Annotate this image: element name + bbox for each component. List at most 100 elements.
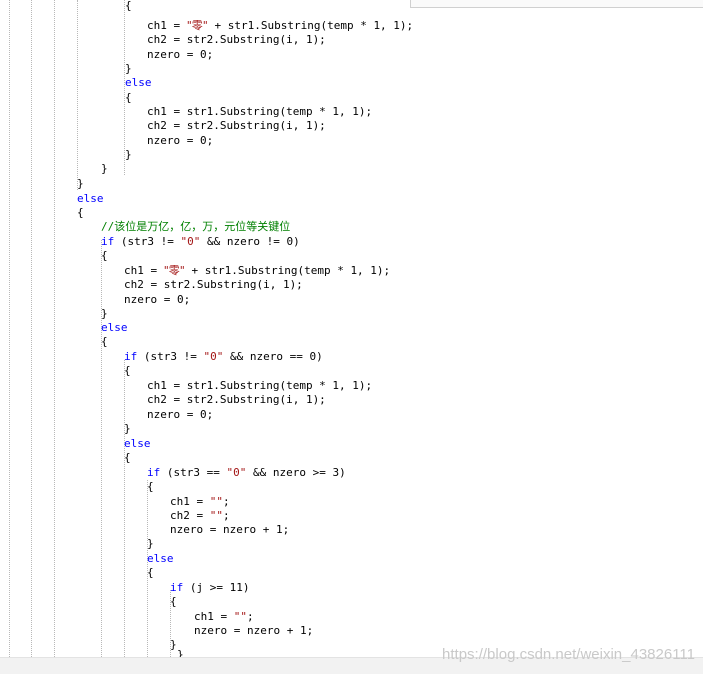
code-line[interactable]: ch1 = str1.Substring(temp * 1, 1); <box>147 378 372 393</box>
code-line[interactable]: { <box>147 565 154 580</box>
code-token: ; <box>223 495 230 508</box>
code-token: // <box>101 220 115 233</box>
code-line[interactable]: else <box>77 191 104 206</box>
code-line[interactable]: } <box>147 536 154 551</box>
code-token: && nzero >= 3) <box>246 466 346 479</box>
code-line[interactable]: if (str3 == "0" && nzero >= 3) <box>147 465 346 480</box>
code-token: } <box>101 307 108 320</box>
code-line[interactable]: else <box>125 75 152 90</box>
code-line[interactable]: ch1 = ""; <box>194 609 254 624</box>
code-token: nzero = 0; <box>147 48 214 61</box>
code-line[interactable]: { <box>101 248 108 263</box>
code-token: "" <box>209 495 223 508</box>
code-token: if <box>170 581 184 594</box>
code-token: "零" <box>163 264 185 277</box>
code-token: ch1 = <box>194 610 234 623</box>
code-token: "0" <box>203 350 224 363</box>
code-line[interactable]: ch2 = str2.Substring(i, 1); <box>147 32 326 47</box>
code-line[interactable]: ch1 = str1.Substring(temp * 1, 1); <box>147 104 372 119</box>
code-token: ch2 = str2.Substring(i, 1); <box>147 119 326 132</box>
code-line[interactable]: { <box>101 334 108 349</box>
code-line[interactable]: } <box>125 61 132 76</box>
code-token: else <box>124 437 151 450</box>
code-token: } <box>147 537 154 550</box>
code-line[interactable]: { <box>124 363 131 378</box>
code-line[interactable]: ch2 = ""; <box>170 508 230 523</box>
code-token: "0" <box>226 466 247 479</box>
code-line[interactable]: else <box>124 436 151 451</box>
code-token: { <box>125 91 132 104</box>
code-token: nzero = 0; <box>147 134 214 147</box>
indent-guide <box>77 0 78 190</box>
code-token: (str3 == <box>160 466 227 479</box>
code-token: } <box>77 177 84 190</box>
code-token: ch2 = <box>170 509 210 522</box>
code-token: } <box>170 638 177 651</box>
code-line[interactable]: } <box>124 421 131 436</box>
code-token: if <box>147 466 161 479</box>
code-token: { <box>101 249 108 262</box>
code-line[interactable]: { <box>170 594 177 609</box>
code-line[interactable]: } <box>177 647 184 657</box>
code-token: ch2 = str2.Substring(i, 1); <box>147 33 326 46</box>
code-token: ch2 = str2.Substring(i, 1); <box>147 393 326 406</box>
code-line[interactable]: ch1 = "零" + str1.Substring(temp * 1, 1); <box>147 18 413 33</box>
code-line[interactable]: if (str3 != "0" && nzero == 0) <box>124 349 323 364</box>
code-token: ch1 = <box>147 19 187 32</box>
code-token: { <box>77 206 84 219</box>
code-line[interactable]: if (str3 != "0" && nzero != 0) <box>101 234 300 249</box>
code-line[interactable]: if (j >= 11) <box>170 580 249 595</box>
indent-guide <box>124 360 125 657</box>
code-token: if <box>124 350 138 363</box>
code-token: } <box>125 62 132 75</box>
code-line[interactable]: { <box>124 450 131 465</box>
code-token: (str3 != <box>114 235 181 248</box>
code-line[interactable]: ch2 = str2.Substring(i, 1); <box>124 277 303 292</box>
code-token: "" <box>209 509 223 522</box>
code-line[interactable]: } <box>101 161 108 176</box>
code-line[interactable]: nzero = nzero + 1; <box>170 522 289 537</box>
code-token: { <box>124 451 131 464</box>
code-line[interactable]: nzero = 0; <box>147 407 213 422</box>
code-line[interactable]: } <box>125 147 132 162</box>
code-line[interactable]: else <box>101 320 128 335</box>
code-line[interactable]: ch1 = "零" + str1.Substring(temp * 1, 1); <box>124 263 390 278</box>
code-token: && nzero == 0) <box>223 350 323 363</box>
code-line[interactable]: ch2 = str2.Substring(i, 1); <box>147 118 326 133</box>
code-token: { <box>101 335 108 348</box>
code-line[interactable]: nzero = 0; <box>147 133 213 148</box>
code-token: } <box>101 162 108 175</box>
code-token: ch1 = <box>124 264 164 277</box>
indent-guide <box>54 0 55 657</box>
code-token: else <box>77 192 104 205</box>
code-line[interactable]: nzero = 0; <box>147 47 213 62</box>
code-token: else <box>125 76 152 89</box>
code-token: ch2 = str2.Substring(i, 1); <box>124 278 303 291</box>
code-token: + str1.Substring(temp * 1, 1); <box>207 19 414 32</box>
code-line[interactable]: { <box>147 479 154 494</box>
code-token: nzero = 0; <box>124 293 191 306</box>
code-token: } <box>177 648 184 657</box>
code-line[interactable]: nzero = 0; <box>124 292 190 307</box>
code-line[interactable]: nzero = nzero + 1; <box>194 623 313 638</box>
code-line[interactable]: else <box>147 551 174 566</box>
code-token: } <box>124 422 131 435</box>
code-line[interactable]: { <box>77 205 84 220</box>
code-line[interactable]: { <box>125 0 132 13</box>
code-line[interactable]: } <box>170 637 177 652</box>
code-line[interactable]: //该位是万亿，亿，万，元位等关键位 <box>101 219 290 234</box>
code-token: else <box>147 552 174 565</box>
code-token: "" <box>233 610 247 623</box>
code-token: ch1 = <box>170 495 210 508</box>
code-line[interactable]: { <box>125 90 132 105</box>
code-token: else <box>101 321 128 334</box>
code-token: } <box>125 148 132 161</box>
code-line[interactable]: } <box>77 176 84 191</box>
code-token: (str3 != <box>137 350 204 363</box>
code-token: 该位是万亿，亿，万，元位等关键位 <box>114 220 291 233</box>
code-editor[interactable]: { ch1 = "零" + str1.Substring(temp * 1, 1)… <box>0 0 703 657</box>
code-line[interactable]: ch2 = str2.Substring(i, 1); <box>147 392 326 407</box>
code-line[interactable]: } <box>101 306 108 321</box>
code-line[interactable]: ch1 = ""; <box>170 494 230 509</box>
watermark: https://blog.csdn.net/weixin_43826111 <box>442 646 695 663</box>
